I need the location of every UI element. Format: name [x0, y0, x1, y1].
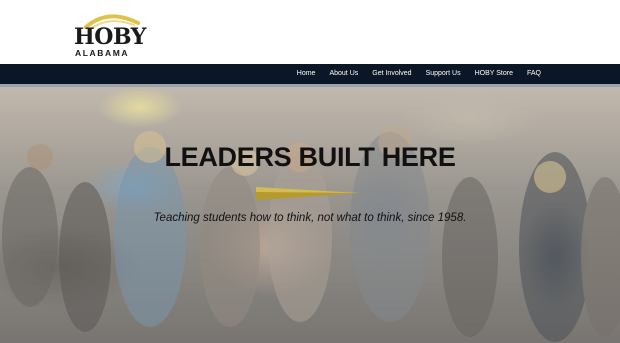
logo-subtitle: ALABAMA	[75, 48, 130, 58]
main-navigation: Home About Us Get Involved Support Us HO…	[0, 64, 620, 87]
site-header: HOBY ALABAMA	[0, 0, 620, 64]
nav-item-faq[interactable]: FAQ	[520, 64, 548, 84]
nav-item-support-us[interactable]: Support Us	[419, 64, 468, 84]
nav-item-about-us[interactable]: About Us	[322, 64, 365, 84]
hero-title: LEADERS BUILT HERE	[164, 142, 456, 172]
hero-subtitle: Teaching students how to think, not what…	[153, 212, 467, 224]
nav-menu: Home About Us Get Involved Support Us HO…	[290, 64, 548, 84]
nav-item-home[interactable]: Home	[290, 64, 323, 84]
nav-item-hoby-store[interactable]: HOBY Store	[468, 64, 520, 84]
pennant-icon	[256, 187, 360, 200]
hoby-alabama-logo[interactable]: HOBY ALABAMA	[72, 10, 146, 58]
logo-wordmark: HOBY	[74, 24, 146, 50]
nav-item-get-involved[interactable]: Get Involved	[365, 64, 418, 84]
